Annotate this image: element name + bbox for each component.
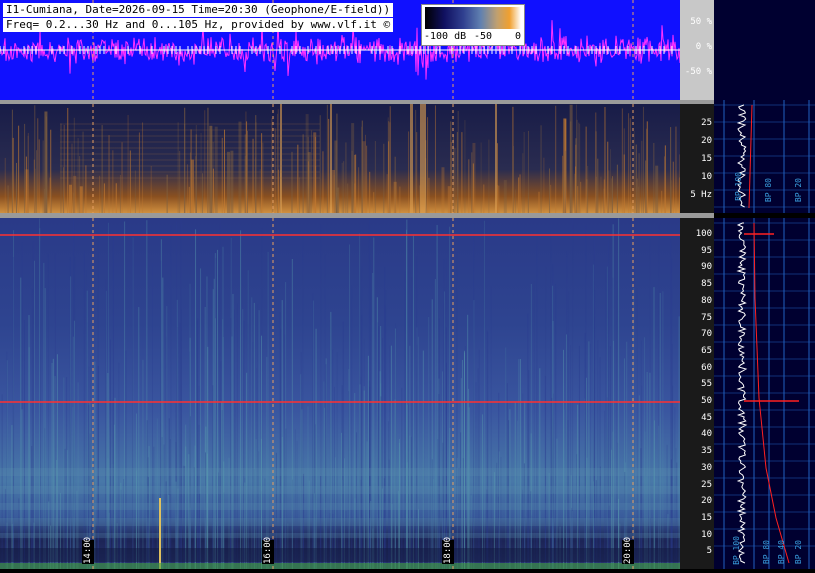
- time-label: 20:00: [622, 540, 634, 564]
- bp-label: BP 100: [732, 536, 741, 565]
- bp-label: BP 80: [764, 178, 773, 202]
- y-tick: 60: [701, 364, 712, 373]
- y-tick: 25: [701, 119, 712, 128]
- y-tick: 100: [696, 230, 712, 239]
- header-title: I1-Cumiana, Date=2026-09-15 Time=20:30 (…: [3, 3, 393, 17]
- right-panel-top: [714, 0, 815, 100]
- time-label: 18:00: [442, 540, 454, 564]
- y-tick: 30: [701, 464, 712, 473]
- spectrogram-high-plot: [0, 218, 680, 569]
- colorbar-label-max: 0: [515, 31, 521, 42]
- y-tick: 15: [701, 514, 712, 523]
- bp-label: BP 100: [734, 172, 743, 201]
- y-tick: 40: [701, 430, 712, 439]
- wave-scale-label: -50 %: [685, 67, 712, 77]
- time-label: 16:00: [262, 540, 274, 564]
- y-tick: 5: [707, 547, 712, 556]
- profile-high-plot: [714, 218, 815, 569]
- time-label: 14:00: [82, 540, 94, 564]
- colorbar: -100 dB -50 0: [421, 4, 525, 46]
- spectrogram-low-plot: [0, 104, 680, 213]
- y-tick: 75: [701, 314, 712, 323]
- y-tick: 5 Hz: [690, 191, 712, 200]
- y-tick: 45: [701, 414, 712, 423]
- y-tick: 70: [701, 330, 712, 339]
- spectrogram-high-axis: 100 95 90 85 80 75 70 65 60 55 50 45 40 35 30 25 20 15 10 5: [680, 218, 714, 569]
- y-tick: 25: [701, 481, 712, 490]
- spectrogram-high: [0, 218, 680, 569]
- y-tick: 65: [701, 347, 712, 356]
- y-tick: 20: [701, 137, 712, 146]
- y-tick: 15: [701, 155, 712, 164]
- header-subtitle: Freq= 0.2...30 Hz and 0...105 Hz, provid…: [3, 18, 393, 32]
- spectrogram-low-axis: 25 20 15 10 5 Hz: [680, 104, 714, 213]
- y-tick: 50: [701, 397, 712, 406]
- wave-scale-label: 0 %: [696, 42, 712, 52]
- waveform-panel: I1-Cumiana, Date=2026-09-15 Time=20:30 (…: [0, 0, 680, 100]
- bp-label: BP 20: [794, 540, 803, 564]
- y-tick: 10: [701, 531, 712, 540]
- y-tick: 90: [701, 263, 712, 272]
- bp-label: BP 40: [777, 540, 786, 564]
- right-panel-profile-low: BP 100 BP 80 BP 20: [714, 100, 815, 213]
- waveform-scale: 50 % 0 % -50 %: [680, 0, 714, 100]
- y-tick: 85: [701, 280, 712, 289]
- right-panel-profile-high: BP 100 BP 80 BP 40 BP 20: [714, 218, 815, 569]
- colorbar-label-min: -100 dB: [424, 31, 466, 42]
- y-tick: 35: [701, 447, 712, 456]
- y-tick: 20: [701, 497, 712, 506]
- y-tick: 95: [701, 247, 712, 256]
- colorbar-label-mid: -50: [474, 31, 492, 42]
- wave-scale-label: 50 %: [690, 17, 712, 27]
- colorbar-gradient: [425, 7, 521, 29]
- bp-label: BP 20: [794, 178, 803, 202]
- y-tick: 80: [701, 297, 712, 306]
- spectrogram-low: [0, 104, 680, 213]
- y-tick: 10: [701, 173, 712, 182]
- bp-label: BP 80: [762, 540, 771, 564]
- y-tick: 55: [701, 380, 712, 389]
